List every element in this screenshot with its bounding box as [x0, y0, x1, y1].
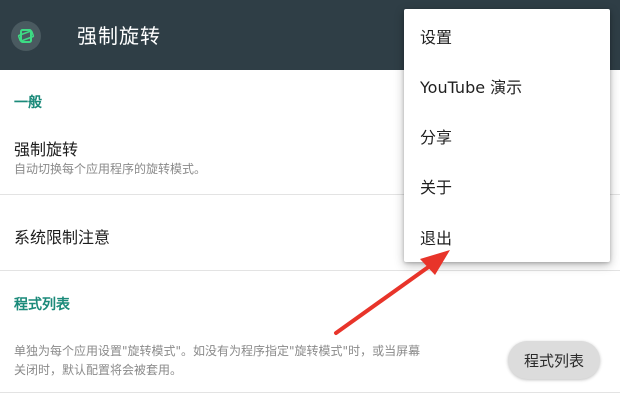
- annotation-arrow-icon: [334, 250, 450, 335]
